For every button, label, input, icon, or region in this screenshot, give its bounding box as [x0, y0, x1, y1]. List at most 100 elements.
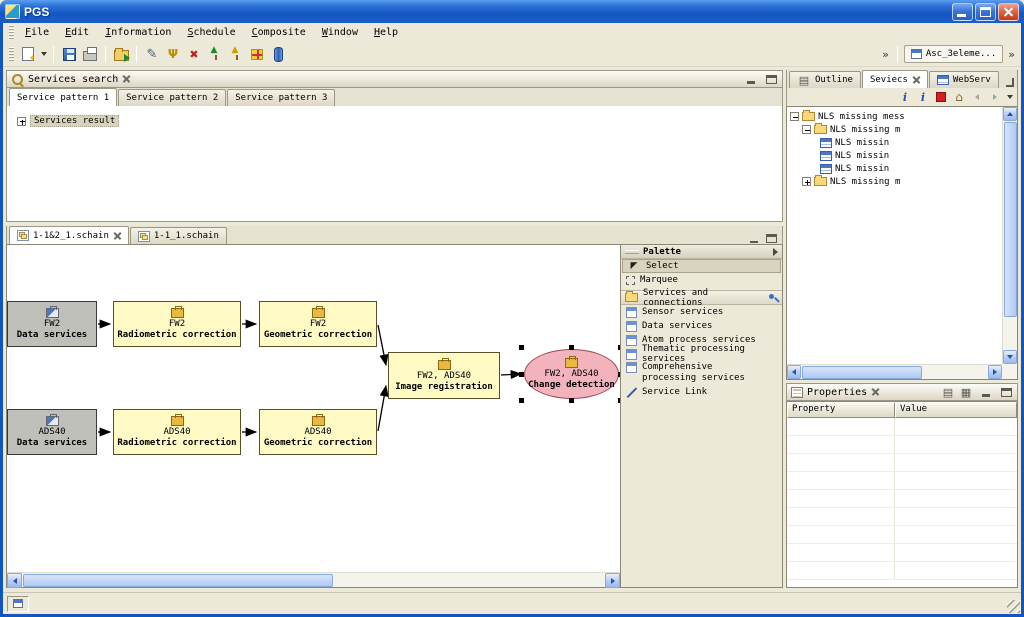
toolbar-grip[interactable]	[9, 47, 14, 62]
delete-button[interactable]	[185, 45, 203, 63]
tree-item-nls-1[interactable]: NLS missing m	[787, 123, 1002, 136]
scroll-right-button[interactable]	[605, 573, 620, 588]
minimize-view-button[interactable]	[1004, 77, 1007, 88]
palette-tool-select[interactable]: Select	[622, 259, 781, 273]
close-tab-icon[interactable]	[113, 232, 121, 240]
perspective-button[interactable]: Asc_3eleme...	[904, 45, 1003, 63]
column-property[interactable]: Property	[787, 402, 895, 418]
tab-service-pattern-3[interactable]: Service pattern 3	[227, 89, 335, 106]
collapse-icon[interactable]	[802, 125, 811, 134]
maximize-editor-button[interactable]	[765, 233, 778, 244]
show-categories-button[interactable]	[941, 385, 955, 399]
table-row[interactable]	[787, 418, 1017, 436]
maximize-button[interactable]	[975, 3, 996, 21]
node-ads40-geometric-correction[interactable]: ADS40 Geometric correction	[259, 409, 377, 455]
pin-icon[interactable]	[768, 293, 778, 303]
tree-item-nls-0[interactable]: NLS missing mess	[787, 110, 1002, 123]
tab-service-pattern-1[interactable]: Service pattern 1	[9, 88, 117, 106]
back-button[interactable]	[970, 90, 984, 104]
expand-icon[interactable]	[802, 177, 811, 186]
tree-item-nls-5[interactable]: NLS missing m	[787, 175, 1002, 188]
info-icon[interactable]	[916, 90, 930, 104]
tree-item-nls-4[interactable]: NLS missin	[787, 162, 1002, 175]
workflow-canvas[interactable]: FW2 Data services FW2 Radiometric correc…	[7, 245, 620, 572]
tree-item-nls-2[interactable]: NLS missin	[787, 136, 1002, 149]
services-result-node[interactable]: Services result	[7, 114, 782, 128]
node-fw2-data-services[interactable]: FW2 Data services	[7, 301, 97, 347]
view-menu-icon[interactable]	[1007, 95, 1013, 99]
palette-group-services[interactable]: Services and connections	[621, 290, 782, 305]
tree-vertical-scrollbar[interactable]	[1002, 107, 1017, 364]
tab-seviecs[interactable]: Seviecs	[862, 70, 928, 88]
run-config-button[interactable]	[164, 45, 182, 63]
node-ads40-data-services[interactable]: ADS40 Data services	[7, 409, 97, 455]
node-ads40-radiometric-correction[interactable]: ADS40 Radiometric correction	[113, 409, 241, 455]
node-fw2-geometric-correction[interactable]: FW2 Geometric correction	[259, 301, 377, 347]
print-button[interactable]	[81, 45, 99, 63]
scroll-right-button[interactable]	[988, 365, 1002, 379]
table-row[interactable]	[787, 544, 1017, 562]
new-dropdown-arrow-icon[interactable]	[41, 52, 47, 56]
menu-window[interactable]: Window	[315, 26, 365, 39]
package-button[interactable]	[248, 45, 266, 63]
menu-schedule[interactable]: Schedule	[180, 26, 242, 39]
palette-tool-marquee[interactable]: Marquee	[622, 273, 781, 287]
new-wizard-button[interactable]	[19, 45, 37, 63]
resize-grip[interactable]	[1007, 600, 1020, 613]
menu-file[interactable]: File	[18, 26, 56, 39]
tree-item-nls-3[interactable]: NLS missin	[787, 149, 1002, 162]
table-row[interactable]	[787, 436, 1017, 454]
home-button[interactable]	[952, 90, 966, 104]
scrollbar-thumb[interactable]	[802, 366, 922, 379]
close-view-icon[interactable]	[122, 75, 130, 83]
node-change-detection[interactable]: FW2, ADS40 Change detection	[524, 349, 619, 399]
tab-webserv[interactable]: WebServ	[929, 71, 999, 88]
menu-grip[interactable]	[9, 25, 14, 40]
stop-button[interactable]	[934, 90, 948, 104]
canvas-horizontal-scrollbar[interactable]	[7, 572, 620, 587]
column-button[interactable]	[269, 45, 287, 63]
forward-button[interactable]	[988, 90, 1002, 104]
tree-horizontal-scrollbar[interactable]	[787, 364, 1002, 379]
close-tab-icon[interactable]	[912, 76, 920, 84]
table-row[interactable]	[787, 454, 1017, 472]
menu-information[interactable]: Information	[98, 26, 178, 39]
collapse-palette-icon[interactable]	[773, 248, 778, 256]
perspective-overflow-chevron[interactable]: »	[1006, 48, 1017, 61]
scroll-up-button[interactable]	[1003, 107, 1017, 121]
show-advanced-button[interactable]	[959, 385, 973, 399]
close-button[interactable]	[998, 3, 1019, 21]
node-fw2-radiometric-correction[interactable]: FW2 Radiometric correction	[113, 301, 241, 347]
palette-item-service-link[interactable]: Service Link	[622, 385, 781, 399]
table-row[interactable]	[787, 472, 1017, 490]
maximize-view-button[interactable]	[765, 74, 778, 85]
tab-schain-1[interactable]: 1-1&2_1.schain	[9, 226, 129, 244]
minimize-button[interactable]	[952, 3, 973, 21]
table-row[interactable]	[787, 508, 1017, 526]
scrollbar-thumb[interactable]	[1004, 122, 1017, 317]
scrollbar-thumb[interactable]	[23, 574, 333, 587]
minimize-view-button[interactable]	[745, 74, 758, 85]
minimize-view-button[interactable]	[980, 387, 993, 398]
scroll-down-button[interactable]	[1003, 350, 1017, 364]
close-view-icon[interactable]	[871, 388, 879, 396]
deploy-button[interactable]	[227, 45, 245, 63]
tab-outline[interactable]: Outline	[789, 71, 861, 88]
menu-help[interactable]: Help	[367, 26, 405, 39]
column-value[interactable]: Value	[895, 402, 1017, 418]
maximize-view-button[interactable]	[1000, 387, 1013, 398]
table-row[interactable]	[787, 526, 1017, 544]
save-button[interactable]	[60, 45, 78, 63]
collapse-icon[interactable]	[790, 112, 799, 121]
node-image-registration[interactable]: FW2, ADS40 Image registration	[388, 352, 500, 399]
table-row[interactable]	[787, 490, 1017, 508]
palette-item-comprehensive-processing-services[interactable]: Comprehensive processing services	[622, 361, 781, 385]
info-icon[interactable]	[898, 90, 912, 104]
menu-composite[interactable]: Composite	[245, 26, 313, 39]
import-button[interactable]	[112, 45, 130, 63]
status-cell[interactable]	[7, 596, 29, 612]
table-row[interactable]	[787, 562, 1017, 580]
tab-schain-2[interactable]: 1-1_1.schain	[130, 227, 227, 244]
palette-header[interactable]: Palette	[621, 245, 782, 259]
scroll-left-button[interactable]	[7, 573, 22, 588]
